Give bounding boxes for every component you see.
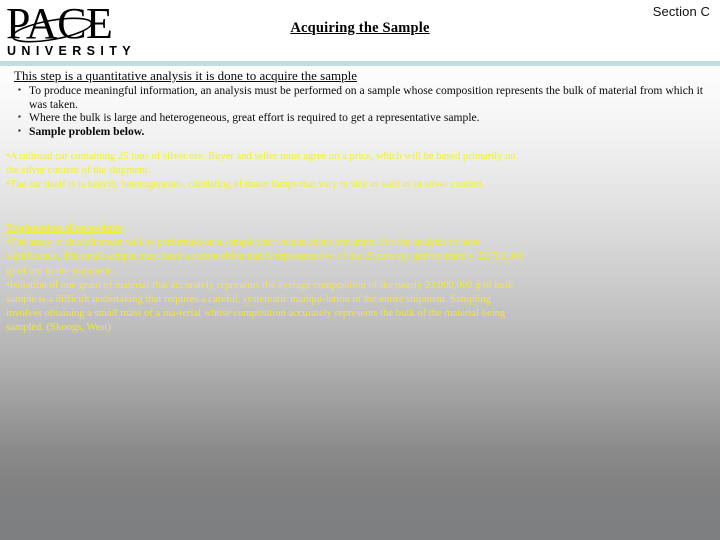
page-title-text: Acquiring the Sample (290, 20, 430, 36)
lead-statement-text: This step is a quantitative analysis it … (14, 68, 357, 83)
lead-statement: This step is a quantitative analysis it … (14, 68, 720, 83)
section-label: Section C (652, 4, 710, 19)
list-item: To produce meaningful information, an an… (18, 83, 714, 111)
bullet-text: Where the bulk is large and heterogeneou… (29, 111, 480, 125)
explanation-bullet: The assay of this shipment will be perfo… (6, 236, 528, 279)
list-item: Sample problem below. (18, 124, 714, 139)
explanation-bullet: Isolation of one gram of material that a… (6, 279, 528, 336)
slide-canvas: PACE UNIVERSITY Section C Acquiring the … (0, 0, 720, 540)
logo-subtitle-text: UNIVERSITY (7, 44, 136, 58)
top-bullet-list: To produce meaningful information, an an… (0, 83, 720, 139)
bullet-text: Sample problem below. (29, 124, 145, 138)
problem-bullet: The car itself is is heavily heterogeneo… (6, 178, 526, 192)
header-divider-rule (0, 61, 720, 66)
explanation-heading: Explanation of procedure (6, 223, 122, 234)
page-title: Acquiring the Sample (0, 20, 720, 37)
explanation-block: Explanation of procedure The assay of th… (6, 222, 528, 336)
slide-body: This step is a quantitative analysis it … (0, 68, 720, 138)
list-item: Where the bulk is large and heterogeneou… (18, 110, 714, 125)
problem-statement-block: A railroad car containing 25 tons of sil… (6, 150, 526, 193)
problem-bullet: A railroad car containing 25 tons of sil… (6, 150, 526, 178)
bullet-text: To produce meaningful information, an an… (29, 84, 704, 111)
